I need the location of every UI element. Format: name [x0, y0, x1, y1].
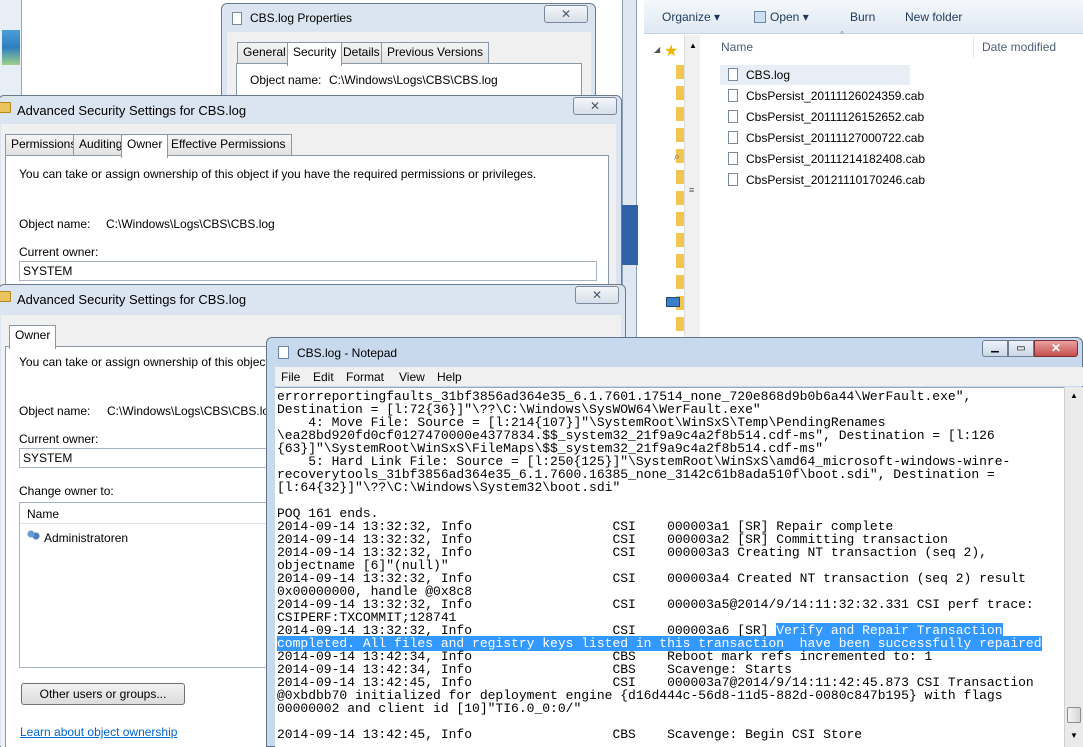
search-icon: ⌕ — [674, 151, 681, 163]
object-name-value: C:\Windows\Logs\CBS\CBS.log — [107, 404, 276, 418]
tab-permissions[interactable]: Permissions — [5, 134, 83, 155]
minimize-button[interactable]: ▁ — [982, 340, 1008, 357]
background-app-thumbnail — [2, 30, 20, 65]
tab-security[interactable]: Security — [287, 42, 343, 66]
column-header-date-modified[interactable]: Date modified — [982, 40, 1056, 54]
other-users-or-groups-button[interactable]: Other users or groups... — [21, 683, 185, 705]
ownership-info-text: You can take or assign ownership of this… — [19, 167, 537, 181]
file-item[interactable]: CBS.log — [720, 65, 910, 85]
tab-owner[interactable]: Owner — [121, 134, 169, 158]
open-button[interactable]: Open ▾ — [754, 10, 809, 24]
close-button[interactable]: ✕ — [575, 286, 619, 304]
column-name-label: Name — [721, 40, 754, 54]
cab-file-icon — [728, 110, 738, 123]
cab-file-icon — [728, 89, 738, 102]
owner-tab-panel: You can take or assign ownership of this… — [5, 155, 609, 291]
scroll-up-icon[interactable]: ▲ — [1070, 391, 1078, 400]
advanced-security-window-1: Advanced Security Settings for CBS.log ✕… — [0, 95, 622, 291]
window-title: Advanced Security Settings for CBS.log — [17, 292, 247, 307]
scroll-grip-icon: ≡ — [689, 185, 695, 195]
computer-icon[interactable] — [666, 297, 680, 307]
sort-ascending-icon: ^ — [840, 30, 844, 39]
menu-format[interactable]: Format — [346, 370, 384, 384]
owner-name: Administratoren — [44, 531, 129, 545]
tab-effective-permissions[interactable]: Effective Permissions — [165, 134, 292, 155]
file-item[interactable]: CbsPersist_20111126152652.cab — [720, 107, 924, 127]
owner-list-item[interactable]: Administratoren — [24, 528, 224, 548]
current-owner-field: SYSTEM — [19, 261, 597, 281]
notepad-menubar: File Edit Format View Help — [275, 367, 1083, 386]
object-name-value: C:\Windows\Logs\CBS\CBS.log — [329, 73, 498, 87]
burn-button[interactable]: Burn — [850, 10, 875, 24]
change-owner-label: Change owner to: — [19, 484, 114, 498]
notepad-text-area[interactable]: errorreportingfaults_31bf3856ad364e35_6.… — [275, 387, 1064, 747]
object-name-value: C:\Windows\Logs\CBS\CBS.log — [106, 217, 275, 231]
cab-file-icon — [728, 152, 738, 165]
close-button[interactable]: ✕ — [1034, 340, 1078, 357]
menu-edit[interactable]: Edit — [313, 370, 334, 384]
organize-button[interactable]: Organize ▾ — [662, 10, 720, 24]
scroll-up-icon[interactable]: ▲ — [689, 41, 697, 50]
nav-scrollbar[interactable]: ▲ ≡ — [684, 35, 700, 340]
open-icon — [754, 11, 766, 23]
file-item[interactable]: CbsPersist_20111214182408.cab — [720, 149, 925, 169]
object-name-label: Object name: — [19, 217, 91, 231]
cab-file-icon — [728, 131, 738, 144]
file-item[interactable]: CbsPersist_20121110170246.cab — [720, 170, 925, 190]
log-content: errorreportingfaults_31bf3856ad364e35_6.… — [275, 388, 1064, 741]
log-text-before: errorreportingfaults_31bf3856ad364e35_6.… — [277, 389, 1034, 638]
properties-body: General Security Details Previous Versio… — [227, 32, 591, 104]
file-item[interactable]: CbsPersist_20111127000722.cab — [720, 128, 924, 148]
properties-file-icon — [232, 12, 242, 25]
explorer-toolbar: Organize ▾ Open ▾ Burn New folder — [644, 0, 1083, 34]
file-item[interactable]: CbsPersist_20111126024359.cab — [720, 86, 924, 106]
scroll-down-icon[interactable]: ▼ — [1070, 731, 1078, 740]
cab-file-icon — [728, 173, 738, 186]
menu-view[interactable]: View — [399, 370, 425, 384]
favorites-star-icon[interactable]: ★ — [664, 41, 678, 61]
close-button[interactable]: ✕ — [544, 5, 588, 23]
notepad-icon — [278, 346, 289, 359]
folder-icon — [0, 291, 11, 302]
file-icon — [728, 68, 738, 81]
tab-details[interactable]: Details — [337, 42, 386, 63]
window-title: Advanced Security Settings for CBS.log — [17, 103, 247, 118]
folder-icon — [0, 102, 11, 113]
new-folder-button[interactable]: New folder — [905, 10, 962, 24]
scroll-thumb[interactable] — [1067, 707, 1081, 723]
object-name-label: Object name: — [19, 404, 91, 418]
name-column-label: Name — [27, 507, 60, 521]
cbs-properties-window: CBS.log Properties ✕ General Security De… — [221, 3, 596, 104]
adv-security-body: Permissions Auditing Owner Effective Per… — [1, 124, 616, 291]
ownership-info-text: You can take or assign ownership of this… — [19, 355, 301, 369]
object-name-label: Object name: — [250, 73, 322, 87]
menu-help[interactable]: Help — [437, 370, 462, 384]
current-owner-label: Current owner: — [19, 432, 99, 446]
notepad-scrollbar[interactable]: ▲ ▼ — [1064, 387, 1083, 747]
expand-arrow-icon[interactable]: ◢ — [654, 45, 660, 54]
users-group-icon — [26, 530, 40, 543]
column-header-name[interactable]: Name ^ — [712, 30, 974, 58]
learn-about-ownership-link[interactable]: Learn about object ownership — [20, 725, 177, 739]
window-title: CBS.log Properties — [250, 11, 353, 25]
tab-previous-versions[interactable]: Previous Versions — [381, 42, 490, 63]
tab-general[interactable]: General — [237, 42, 292, 63]
maximize-button[interactable]: ▭ — [1008, 340, 1034, 357]
window-title: CBS.log - Notepad — [297, 346, 398, 360]
current-owner-label: Current owner: — [19, 245, 99, 259]
log-text-after: 2014-09-14 13:42:34, Info CBS Reboot mar… — [277, 649, 1034, 742]
tab-owner[interactable]: Owner — [9, 325, 57, 349]
close-button[interactable]: ✕ — [573, 97, 617, 115]
menu-file[interactable]: File — [281, 370, 300, 384]
